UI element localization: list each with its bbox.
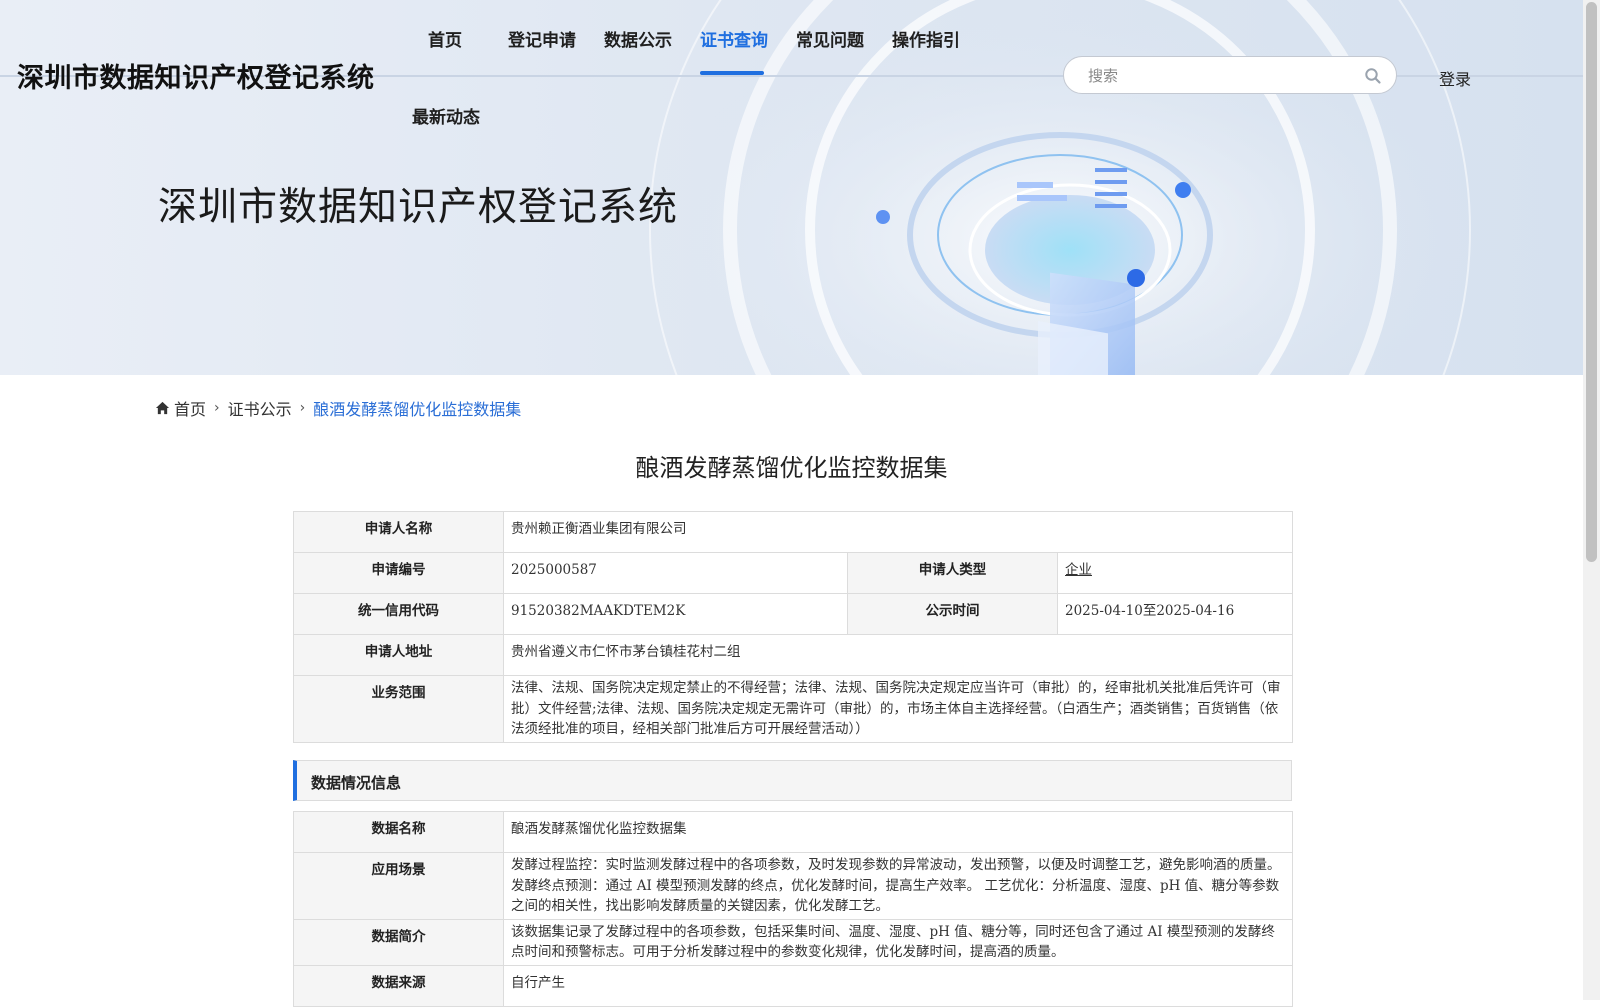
data-intro-label: 数据简介: [293, 918, 504, 966]
breadcrumb: 首页 › 证书公示 › 酿酒发酵蒸馏优化监控数据集: [155, 396, 521, 420]
search-input[interactable]: [1086, 63, 1360, 89]
data-info-table: 数据名称 酿酒发酵蒸馏优化监控数据集 应用场景 发酵过程监控：实时监测发酵过程中…: [293, 811, 1293, 1007]
applicant-info-table: 申请人名称 贵州赖正衡酒业集团有限公司 申请编号 2025000587 申请人类…: [293, 511, 1293, 743]
banner-title: 深圳市数据知识产权登记系统: [158, 185, 679, 230]
nav-registration-apply[interactable]: 登记申请: [508, 26, 576, 51]
applicant-type-value: 企业: [1057, 552, 1293, 594]
nav-data-publicity[interactable]: 数据公示: [604, 26, 672, 51]
nav-guide[interactable]: 操作指引: [892, 26, 960, 51]
data-name-label: 数据名称: [293, 811, 504, 853]
breadcrumb-current: 酿酒发酵蒸馏优化监控数据集: [313, 400, 522, 419]
applicant-name-label: 申请人名称: [293, 511, 504, 553]
applicant-type-label: 申请人类型: [847, 552, 1058, 594]
table-row: 数据名称 酿酒发酵蒸馏优化监控数据集: [293, 811, 1293, 853]
application-number-label: 申请编号: [293, 552, 504, 594]
credit-code-value: 91520382MAAKDTEM2K: [503, 593, 848, 635]
publish-time-label: 公示时间: [847, 593, 1058, 635]
chevron-right-icon: ›: [299, 400, 306, 416]
credit-code-label: 统一信用代码: [293, 593, 504, 635]
home-icon: [155, 401, 170, 415]
publish-time-value: 2025-04-10至2025-04-16: [1057, 593, 1293, 635]
table-row: 申请人名称 贵州赖正衡酒业集团有限公司: [293, 511, 1293, 553]
applicant-type-text: 企业: [1065, 562, 1092, 578]
table-row: 统一信用代码 91520382MAAKDTEM2K 公示时间 2025-04-1…: [293, 593, 1293, 635]
nav-latest-news[interactable]: 最新动态: [412, 103, 480, 128]
table-row: 业务范围 法律、法规、国务院决定规定禁止的不得经营；法律、法规、国务院决定规定应…: [293, 675, 1293, 743]
nav-certificate-query[interactable]: 证书查询: [700, 26, 768, 51]
data-name-value: 酿酒发酵蒸馏优化监控数据集: [503, 811, 1293, 853]
page-scrollbar[interactable]: [1583, 0, 1600, 1000]
applicant-address-label: 申请人地址: [293, 634, 504, 676]
table-row: 申请编号 2025000587 申请人类型 企业: [293, 552, 1293, 594]
nav-active-indicator: [700, 71, 764, 75]
data-intro-value: 该数据集记录了发酵过程中的各项参数，包括采集时间、温度、湿度、pH 值、糖分等，…: [503, 918, 1293, 966]
applicant-name-value: 贵州赖正衡酒业集团有限公司: [503, 511, 1293, 553]
scrollbar-thumb[interactable]: [1586, 2, 1597, 562]
application-number-value: 2025000587: [503, 552, 848, 594]
table-row: 数据简介 该数据集记录了发酵过程中的各项参数，包括采集时间、温度、湿度、pH 值…: [293, 918, 1293, 966]
breadcrumb-home[interactable]: 首页: [174, 396, 206, 420]
business-scope-label: 业务范围: [293, 675, 504, 743]
page-title: 酿酒发酵蒸馏优化监控数据集: [635, 454, 948, 482]
application-scenario-value: 发酵过程监控：实时监测发酵过程中的各项参数，及时发现参数的异常波动，发出预警，以…: [503, 852, 1293, 920]
search-icon[interactable]: [1364, 67, 1382, 85]
applicant-address-value: 贵州省遵义市仁怀市茅台镇桂花村二组: [503, 634, 1293, 676]
nav-home[interactable]: 首页: [428, 26, 462, 51]
table-row: 应用场景 发酵过程监控：实时监测发酵过程中的各项参数，及时发现参数的异常波动，发…: [293, 852, 1293, 920]
breadcrumb-certificate-publicity[interactable]: 证书公示: [228, 396, 292, 420]
login-link[interactable]: 登录: [1439, 66, 1471, 90]
nav-faq[interactable]: 常见问题: [796, 26, 864, 51]
table-row: 申请人地址 贵州省遵义市仁怀市茅台镇桂花村二组: [293, 634, 1293, 676]
search-box[interactable]: [1063, 56, 1397, 94]
site-title: 深圳市数据知识产权登记系统: [17, 63, 375, 94]
chevron-right-icon: ›: [214, 400, 220, 416]
data-info-section-heading: 数据情况信息: [293, 760, 1292, 801]
business-scope-value: 法律、法规、国务院决定规定禁止的不得经营；法律、法规、国务院决定规定应当许可（审…: [503, 675, 1293, 743]
application-scenario-label: 应用场景: [293, 852, 504, 920]
